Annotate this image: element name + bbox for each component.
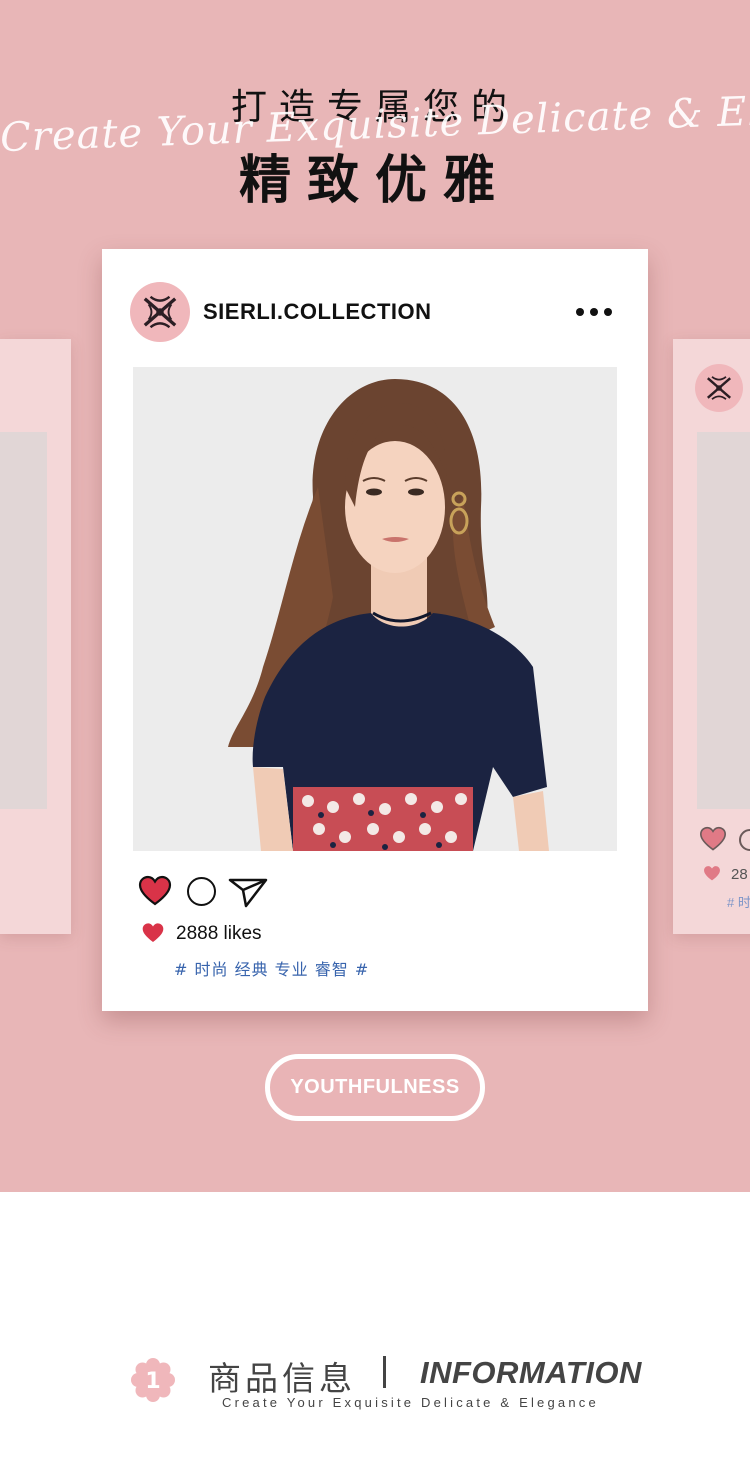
post-username[interactable]: SIERLI.COLLECTION: [203, 299, 432, 325]
side-card-image-placeholder: [697, 432, 750, 809]
divider: [383, 1356, 386, 1388]
post-card: SIERLI.COLLECTION 2888 likes # 时尚 经典 专业 …: [102, 249, 648, 1011]
send-icon[interactable]: [228, 876, 268, 908]
heart-icon: [699, 826, 727, 851]
side-tag: # 时: [727, 895, 750, 910]
side-card-image-placeholder: [0, 432, 47, 809]
brand-logo-icon: [695, 364, 743, 412]
more-dots-icon[interactable]: [574, 302, 614, 322]
heart-icon[interactable]: [138, 875, 172, 907]
side-card-right: 28 # 时: [673, 339, 750, 934]
hero-section: 打造专属您的 Create Your Exquisite Delicate & …: [0, 0, 750, 1192]
info-number: 1: [145, 1369, 160, 1394]
flower-number-icon: 1: [131, 1358, 175, 1402]
side-card-left: [0, 339, 71, 934]
comment-icon[interactable]: [187, 877, 216, 906]
info-title-cn: 商品信息: [208, 1359, 356, 1398]
info-title-en: INFORMATION: [420, 1355, 642, 1390]
brand-logo-icon[interactable]: [130, 282, 190, 342]
info-subtitle: Create Your Exquisite Delicate & Eleganc…: [222, 1395, 599, 1410]
headline-main: 精致优雅: [238, 151, 511, 211]
post-hashtags[interactable]: # 时尚 经典 专业 睿智 #: [174, 956, 369, 980]
model-photo: [133, 367, 617, 851]
side-likes-count: 28: [731, 866, 748, 883]
heart-icon: [142, 923, 164, 942]
comment-icon: [739, 829, 750, 851]
youthfulness-badge[interactable]: YOUTHFULNESS: [265, 1054, 485, 1121]
likes-count: 2888 likes: [176, 923, 262, 944]
heart-icon: [704, 866, 720, 881]
